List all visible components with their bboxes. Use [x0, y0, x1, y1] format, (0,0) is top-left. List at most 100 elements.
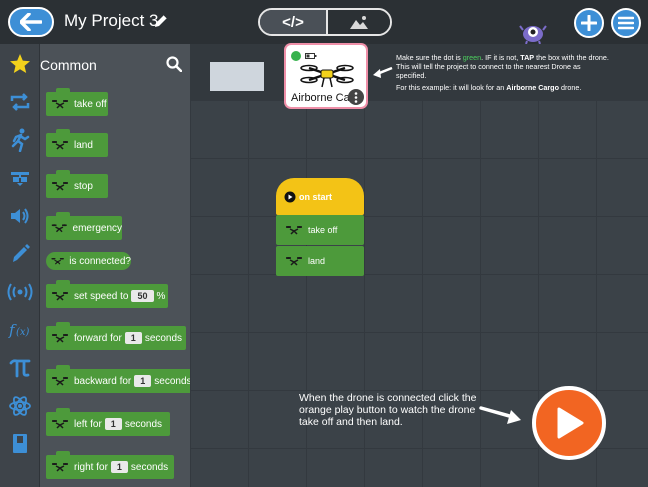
arrow-left-icon	[20, 13, 42, 31]
mountain-image-icon	[350, 16, 368, 29]
broadcast-icon	[7, 283, 33, 301]
on-start-block[interactable]: on start	[276, 178, 364, 215]
script-block-take-off[interactable]: take off	[276, 215, 364, 245]
book-icon	[13, 434, 27, 453]
code-brackets-icon: </>	[282, 13, 304, 31]
block-backward-for[interactable]: backward for 1 seconds	[46, 365, 190, 393]
tip-text: Make sure the dot is	[396, 53, 463, 62]
glasses-icon	[11, 172, 29, 186]
play-icon	[557, 407, 584, 439]
tab-code[interactable]: </>	[260, 10, 326, 34]
category-functions[interactable]: f (x)	[0, 313, 40, 347]
block-label: right for	[74, 461, 108, 473]
tip-arrow-icon	[373, 66, 393, 78]
more-vertical-icon	[354, 91, 358, 103]
block-set-speed[interactable]: set speed to 50 %	[46, 280, 168, 308]
tip-text: drone.	[558, 83, 582, 92]
battery-icon	[305, 53, 317, 59]
block-label: emergency	[72, 222, 122, 234]
instruction-arrow-icon	[479, 406, 521, 424]
tip-tap-word: TAP	[520, 53, 535, 62]
seconds-value-field[interactable]: 1	[134, 375, 152, 387]
category-control[interactable]	[0, 85, 40, 119]
tab-stage[interactable]	[326, 10, 390, 34]
speaker-icon	[11, 208, 29, 224]
running-person-icon	[11, 128, 30, 152]
drone-icon	[52, 463, 68, 472]
category-science[interactable]	[0, 389, 40, 423]
loop-arrows-icon	[10, 93, 30, 111]
palette-title: Common	[40, 57, 97, 73]
play-button[interactable]	[532, 386, 606, 460]
drone-icon	[286, 257, 302, 266]
category-signals[interactable]	[0, 275, 40, 309]
block-left-for[interactable]: left for 1 seconds	[46, 408, 170, 436]
drone-icon	[52, 292, 68, 301]
tip-drone-name: Airborne Cargo	[506, 83, 559, 92]
tip-green-word: green	[462, 53, 482, 62]
block-forward-for[interactable]: forward for 1 seconds	[46, 322, 186, 350]
block-land[interactable]: land	[46, 129, 108, 157]
block-label: forward for	[74, 332, 122, 344]
category-sound[interactable]	[0, 199, 40, 233]
block-right-for[interactable]: right for 1 seconds	[46, 451, 174, 479]
mode-switch: </>	[258, 8, 392, 36]
block-label: take off	[308, 225, 338, 235]
block-label: is connected?	[69, 255, 131, 267]
block-suffix: seconds	[144, 332, 183, 344]
instructions-text: When the drone is connected click the or…	[299, 392, 477, 428]
connection-tip: Make sure the dot is green. IF it is not…	[396, 53, 611, 92]
drone-icon	[52, 100, 68, 109]
drone-icon	[51, 224, 67, 233]
palette-header: Common	[40, 44, 190, 84]
block-palette: Common take off land stop emergency is c…	[40, 44, 190, 487]
svg-text:(x): (x)	[16, 327, 30, 338]
device-card[interactable]: Airborne Cargo	[286, 45, 366, 107]
add-button[interactable]	[574, 8, 604, 38]
seconds-value-field[interactable]: 1	[110, 461, 128, 473]
drone-icon	[52, 182, 68, 191]
category-pen[interactable]	[0, 237, 40, 271]
tip-paragraph: For this example: it will look for an Ai…	[396, 83, 611, 92]
block-label: set speed to	[74, 290, 129, 302]
tip-text: For this example: it will look for an	[396, 83, 507, 92]
block-label: take off	[74, 98, 107, 110]
search-icon[interactable]	[166, 56, 182, 72]
block-label: stop	[74, 180, 93, 192]
block-suffix: seconds	[130, 461, 169, 473]
seconds-value-field[interactable]: 1	[124, 332, 142, 344]
block-label: backward for	[74, 375, 132, 387]
device-name: Airborne Cargo	[291, 92, 351, 104]
block-stop[interactable]: stop	[46, 170, 108, 198]
drone-icon	[52, 141, 68, 150]
block-take-off[interactable]: take off	[46, 88, 108, 116]
star-icon	[10, 54, 30, 73]
block-label: land	[308, 256, 326, 266]
script-block-land[interactable]: land	[276, 246, 364, 276]
device-slot-placeholder[interactable]	[210, 62, 264, 91]
device-menu-button[interactable]	[348, 89, 364, 105]
menu-button[interactable]	[611, 8, 641, 38]
function-icon: f (x)	[8, 321, 30, 339]
block-is-connected[interactable]: is connected?	[46, 252, 131, 270]
drone-icon	[52, 377, 68, 386]
category-notes[interactable]	[0, 427, 40, 461]
project-title: My Project 3	[64, 11, 159, 30]
category-math[interactable]	[0, 351, 40, 385]
speed-value-field[interactable]: 50	[131, 290, 154, 302]
on-start-label: on start	[299, 192, 333, 202]
play-circle-icon	[284, 191, 296, 203]
category-rail: f (x)	[0, 44, 40, 487]
plus-icon	[581, 15, 597, 31]
atom-icon	[9, 396, 31, 416]
drone-icon	[52, 420, 68, 429]
back-button[interactable]	[8, 7, 54, 37]
pencil-icon[interactable]	[152, 12, 170, 30]
category-motion[interactable]	[0, 123, 40, 157]
seconds-value-field[interactable]: 1	[104, 418, 122, 430]
block-emergency[interactable]: emergency	[46, 212, 122, 240]
category-common[interactable]	[0, 47, 40, 81]
tip-paragraph: Make sure the dot is green. IF it is not…	[396, 53, 611, 80]
category-looks[interactable]	[0, 161, 40, 195]
bug-monster-icon[interactable]	[519, 20, 547, 44]
